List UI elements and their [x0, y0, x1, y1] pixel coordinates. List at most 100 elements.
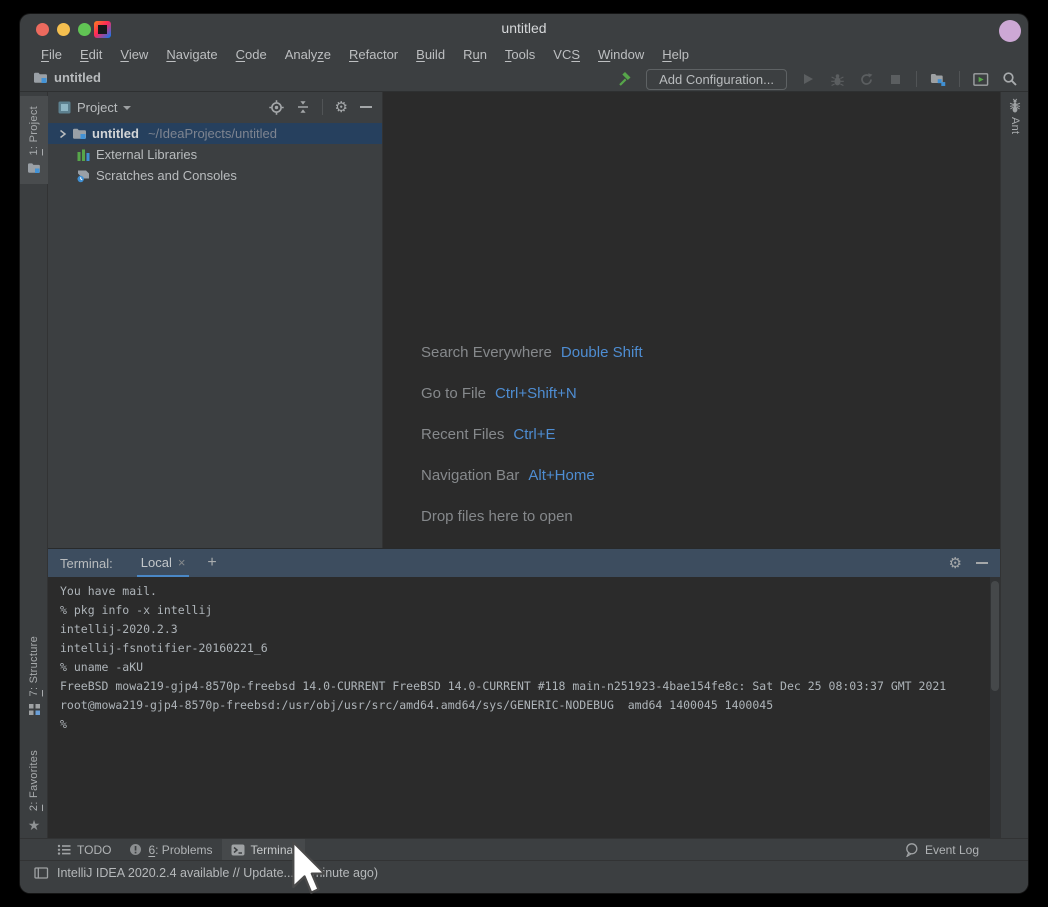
new-session-icon[interactable]: +	[207, 555, 216, 571]
tree-row-untitled[interactable]: untitled ~/IdeaProjects/untitled	[48, 123, 382, 144]
debug-bug-icon[interactable]	[829, 71, 845, 87]
tree-row-external-libraries[interactable]: External Libraries	[48, 144, 382, 165]
project-panel-header: Project ⚙	[48, 92, 382, 122]
tool-tab-terminal[interactable]: Terminal	[222, 839, 305, 861]
tree-row-scratches[interactable]: Scratches and Consoles	[48, 165, 382, 186]
terminal-scrollbar[interactable]	[990, 577, 1000, 839]
tool-tab-todo[interactable]: TODO	[48, 839, 120, 861]
close-icon[interactable]: ×	[178, 556, 186, 569]
todo-tab-label: TODO	[77, 843, 111, 857]
problems-tab-label: 6: Problems	[148, 843, 212, 857]
screen-indicator-dot	[999, 20, 1021, 42]
stop-icon[interactable]	[887, 71, 903, 87]
project-panel-title[interactable]: Project	[77, 100, 117, 115]
menu-item-window[interactable]: Window	[589, 44, 653, 66]
title-bar: untitled	[20, 14, 1028, 44]
problems-icon	[129, 843, 142, 856]
terminal-actions: ⚙	[949, 556, 988, 571]
tool-tab-structure[interactable]: 7: Structure	[20, 636, 48, 716]
update-window-icon	[34, 866, 49, 880]
terminal-line: % pkg info -x intellij	[60, 601, 1000, 620]
menu-item-refactor[interactable]: Refactor	[340, 44, 407, 66]
folder-icon	[72, 127, 87, 140]
todo-list-icon	[57, 843, 71, 856]
event-log-button[interactable]: Event Log	[895, 839, 988, 861]
chevron-right-icon[interactable]	[58, 129, 67, 139]
project-tab-label: 1: Project	[28, 106, 40, 155]
toolbar-separator	[916, 71, 917, 87]
shortcut-hints: Search EverywhereDouble Shift Go to File…	[421, 332, 643, 537]
libraries-icon	[76, 148, 91, 162]
menu-item-navigate[interactable]: Navigate	[157, 44, 226, 66]
add-configuration-button[interactable]: Add Configuration...	[646, 69, 787, 90]
tree-item-name: External Libraries	[96, 147, 197, 162]
ant-icon	[1009, 98, 1021, 113]
hint-recent-files: Recent FilesCtrl+E	[421, 414, 643, 455]
terminal-label: Terminal:	[60, 556, 113, 571]
ide-window: untitled File Edit View Navigate Code An…	[20, 14, 1028, 893]
menu-item-tools[interactable]: Tools	[496, 44, 544, 66]
hide-panel-icon[interactable]	[360, 106, 372, 108]
collapse-all-icon[interactable]	[296, 100, 310, 114]
project-folder-icon	[32, 69, 48, 85]
tool-tab-project[interactable]: 1: Project	[20, 96, 48, 184]
project-tree: untitled ~/IdeaProjects/untitled Externa…	[48, 123, 382, 186]
tree-item-path: ~/IdeaProjects/untitled	[148, 126, 277, 141]
editor-area[interactable]: Search EverywhereDouble Shift Go to File…	[383, 92, 1000, 548]
run-anything-icon[interactable]	[973, 71, 989, 87]
run-icon[interactable]	[800, 71, 816, 87]
status-message[interactable]: IntelliJ IDEA 2020.2.4 available // Upda…	[57, 866, 378, 880]
terminal-tab-local[interactable]: Local ×	[137, 549, 190, 577]
hint-search-everywhere: Search EverywhereDouble Shift	[421, 332, 643, 373]
run-with-coverage-icon[interactable]	[858, 71, 874, 87]
tool-tab-problems[interactable]: 6: Problems	[120, 839, 221, 861]
terminal-line: % uname -aKU	[60, 658, 1000, 677]
scratches-icon	[76, 169, 91, 183]
menu-item-run[interactable]: Run	[454, 44, 496, 66]
favorites-tab-label: 2: Favorites	[28, 750, 40, 811]
menu-item-analyze[interactable]: Analyze	[276, 44, 340, 66]
terminal-line: FreeBSD mowa219-gjp4-8570p-freebsd 14.0-…	[60, 677, 1000, 696]
tree-item-name: untitled	[92, 126, 139, 141]
left-tool-strip: 1: Project 7: Structure 2: Favorites ★	[20, 92, 48, 838]
terminal-tab-label: Terminal	[251, 843, 296, 857]
project-views-icon[interactable]	[930, 71, 946, 87]
project-toolwindow-icon	[58, 101, 71, 114]
terminal-header: Terminal: Local × + ⚙	[48, 549, 1000, 577]
menu-item-vcs[interactable]: VCS	[544, 44, 589, 66]
locate-file-icon[interactable]	[269, 100, 284, 115]
menu-item-view[interactable]: View	[111, 44, 157, 66]
breadcrumb[interactable]: untitled	[32, 69, 101, 85]
chevron-down-icon[interactable]	[123, 106, 131, 110]
structure-icon	[28, 703, 41, 716]
menu-item-help[interactable]: Help	[653, 44, 698, 66]
terminal-line: You have mail.	[60, 582, 1000, 601]
toolbar-actions: Add Configuration...	[617, 66, 1018, 92]
breadcrumb-label: untitled	[54, 70, 101, 85]
menu-item-code[interactable]: Code	[227, 44, 276, 66]
right-tool-strip: Ant	[1000, 92, 1028, 838]
terminal-line: root@mowa219-gjp4-8570p-freebsd:/usr/obj…	[60, 696, 1000, 715]
terminal-output[interactable]: You have mail. % pkg info -x intellij in…	[48, 577, 1000, 839]
project-tool-window: Project ⚙ un	[48, 92, 383, 548]
structure-tab-label: 7: Structure	[28, 636, 40, 696]
gear-icon[interactable]: ⚙	[335, 100, 348, 115]
menu-item-file[interactable]: File	[32, 44, 71, 66]
hide-panel-icon[interactable]	[976, 562, 988, 564]
menu-item-build[interactable]: Build	[407, 44, 454, 66]
tool-tab-ant[interactable]: Ant	[1001, 98, 1028, 134]
window-title: untitled	[20, 20, 1028, 36]
project-panel-actions: ⚙	[269, 99, 372, 115]
hint-go-to-file: Go to FileCtrl+Shift+N	[421, 373, 643, 414]
scrollbar-thumb[interactable]	[991, 581, 999, 691]
terminal-line: %	[60, 715, 1000, 734]
gear-icon[interactable]: ⚙	[949, 556, 962, 571]
menu-item-edit[interactable]: Edit	[71, 44, 111, 66]
folder-icon	[27, 162, 41, 174]
build-hammer-icon[interactable]	[617, 71, 633, 87]
terminal-icon	[231, 844, 245, 856]
tool-tab-favorites[interactable]: 2: Favorites ★	[20, 750, 48, 832]
status-bar: IntelliJ IDEA 2020.2.4 available // Upda…	[20, 860, 1028, 893]
terminal-tool-window: Terminal: Local × + ⚙ You have mail. % p…	[48, 548, 1000, 838]
search-everywhere-icon[interactable]	[1002, 71, 1018, 87]
